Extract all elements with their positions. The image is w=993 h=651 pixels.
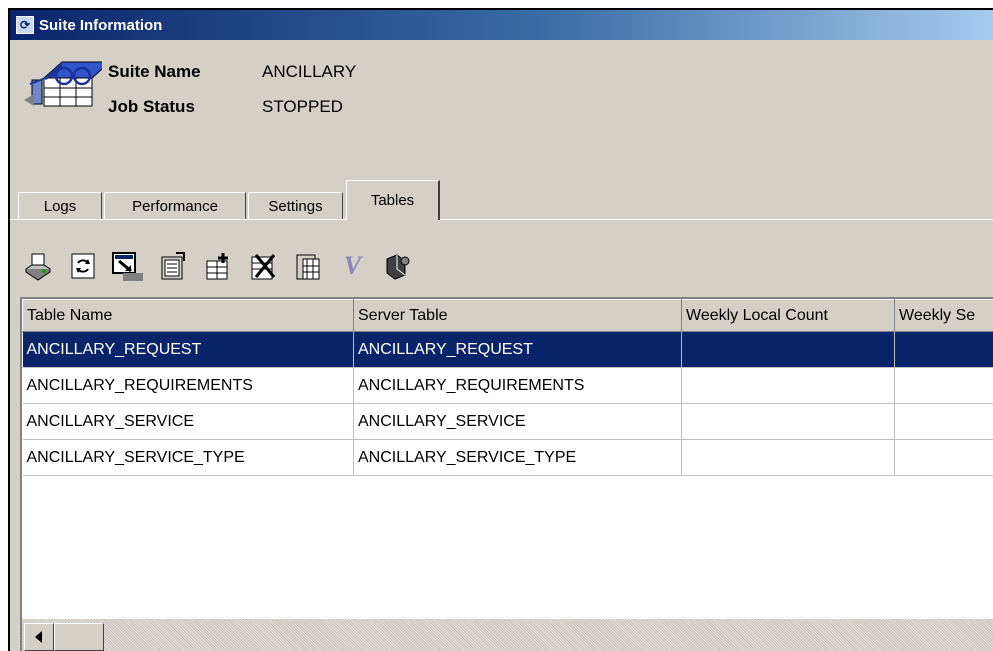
table-name-cell[interactable]: ANCILLARY_REQUEST — [22, 331, 354, 368]
table-name-cell[interactable]: ANCILLARY_SERVICE_TYPE — [22, 439, 354, 476]
weekly-server-count-cell[interactable] — [894, 403, 993, 440]
weekly-server-count-cell[interactable] — [894, 439, 993, 476]
run-icon[interactable] — [380, 249, 415, 284]
table-name-cell[interactable]: ANCILLARY_SERVICE — [22, 403, 354, 440]
tab-settings[interactable]: Settings — [248, 192, 343, 219]
scrollbar-thumb[interactable] — [54, 623, 104, 651]
weekly-local-count-cell[interactable] — [681, 439, 895, 476]
tab-divider — [10, 219, 993, 220]
tables-grid[interactable]: Table Name Server Table Weekly Local Cou… — [20, 297, 993, 651]
suite-information-window: ⟳ Suite Information Suite Name ANCILLARY… — [8, 8, 993, 651]
tab-strip: Logs Performance Settings Tables — [10, 174, 993, 220]
column-header-table-name[interactable]: Table Name — [22, 299, 354, 332]
delete-table-icon[interactable] — [245, 249, 280, 284]
export-icon[interactable] — [110, 249, 145, 284]
table-row[interactable]: ANCILLARY_REQUEST ANCILLARY_REQUEST — [22, 331, 993, 368]
print-icon[interactable] — [20, 249, 55, 284]
tables-list: Table Name Server Table Weekly Local Cou… — [22, 299, 993, 476]
weekly-local-count-cell[interactable] — [681, 367, 895, 404]
table-row[interactable]: ANCILLARY_SERVICE ANCILLARY_SERVICE — [22, 403, 993, 440]
window-title: Suite Information — [39, 16, 163, 34]
refresh-icon[interactable] — [65, 249, 100, 284]
column-header-server-table[interactable]: Server Table — [353, 299, 682, 332]
server-table-cell[interactable]: ANCILLARY_REQUIREMENTS — [353, 367, 682, 404]
table-name-cell[interactable]: ANCILLARY_REQUIREMENTS — [22, 367, 354, 404]
weekly-local-count-cell[interactable] — [681, 403, 895, 440]
tab-logs[interactable]: Logs — [18, 192, 102, 219]
scroll-left-button[interactable] — [24, 623, 54, 651]
horizontal-scrollbar[interactable] — [22, 619, 993, 651]
job-status-value: STOPPED — [262, 97, 343, 116]
table-row[interactable]: ANCILLARY_SERVICE_TYPE ANCILLARY_SERVICE… — [22, 439, 993, 476]
validate-glyph: V — [343, 251, 362, 280]
suite-name-label: Suite Name — [108, 62, 201, 81]
arrow-left-icon — [35, 631, 42, 643]
table-row[interactable]: ANCILLARY_REQUIREMENTS ANCILLARY_REQUIRE… — [22, 367, 993, 404]
column-header-weekly-local-count[interactable]: Weekly Local Count — [681, 299, 895, 332]
weekly-server-count-cell[interactable] — [894, 331, 993, 368]
suite-icon — [24, 61, 102, 107]
app-icon: ⟳ — [16, 16, 34, 34]
validate-icon[interactable]: V — [335, 249, 370, 284]
properties-icon[interactable] — [155, 249, 190, 284]
add-table-icon[interactable] — [200, 249, 235, 284]
paste-table-icon[interactable] — [290, 249, 325, 284]
header-row: Table Name Server Table Weekly Local Cou… — [22, 299, 993, 332]
tab-performance[interactable]: Performance — [104, 192, 246, 219]
weekly-server-count-cell[interactable] — [894, 367, 993, 404]
server-table-cell[interactable]: ANCILLARY_SERVICE — [353, 403, 682, 440]
server-table-cell[interactable]: ANCILLARY_SERVICE_TYPE — [353, 439, 682, 476]
weekly-local-count-cell[interactable] — [681, 331, 895, 368]
server-table-cell[interactable]: ANCILLARY_REQUEST — [353, 331, 682, 368]
column-header-weekly-server-count[interactable]: Weekly Se — [894, 299, 993, 332]
toolbar: V — [20, 246, 425, 286]
suite-name-value: ANCILLARY — [262, 62, 357, 81]
tab-tables[interactable]: Tables — [346, 180, 440, 220]
job-status-label: Job Status — [108, 97, 195, 116]
title-bar[interactable]: ⟳ Suite Information — [10, 10, 993, 40]
